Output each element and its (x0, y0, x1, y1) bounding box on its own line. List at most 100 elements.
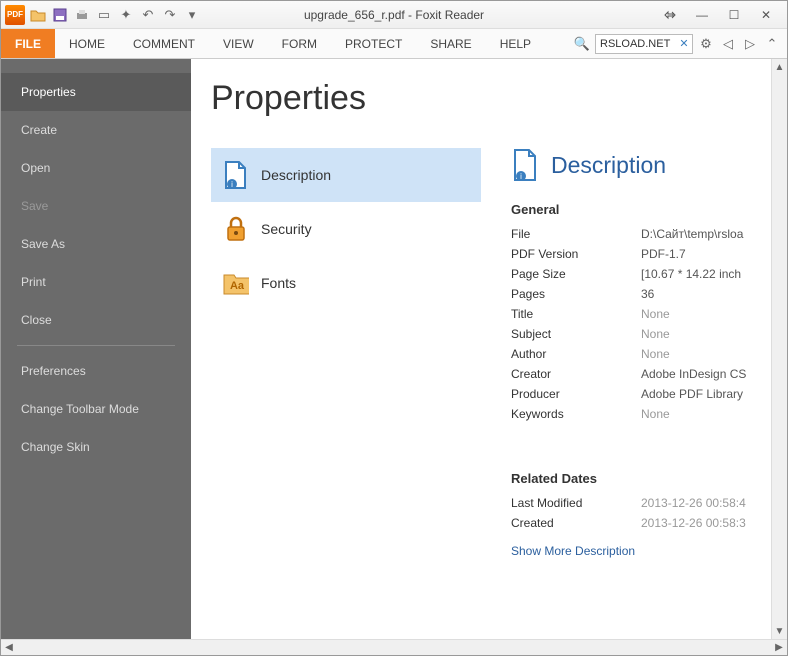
property-row: PDF VersionPDF-1.7 (511, 247, 787, 261)
tab-home[interactable]: HOME (55, 29, 119, 58)
sidebar-item-create[interactable]: Create (1, 111, 191, 149)
next-icon[interactable]: ▷ (741, 35, 759, 53)
restore-icon[interactable] (659, 6, 681, 24)
property-value: None (641, 307, 670, 321)
general-heading: General (511, 202, 787, 217)
sidebar-item-save-as[interactable]: Save As (1, 225, 191, 263)
nav-item-fonts[interactable]: Aa Fonts (211, 256, 481, 310)
content-area: PropertiesCreateOpenSaveSave AsPrintClos… (1, 59, 787, 639)
sidebar-item-print[interactable]: Print (1, 263, 191, 301)
nav-item-description[interactable]: i Description (211, 148, 481, 202)
collapse-ribbon-icon[interactable]: ⌃ (763, 35, 781, 53)
sidebar-item-open[interactable]: Open (1, 149, 191, 187)
search-input[interactable] (596, 38, 676, 50)
property-key: Title (511, 307, 641, 321)
property-row: Pages36 (511, 287, 787, 301)
ribbon: FILEHOMECOMMENTVIEWFORMPROTECTSHAREHELP … (1, 29, 787, 59)
new-icon[interactable]: ▭ (95, 6, 113, 24)
property-value: 36 (641, 287, 654, 301)
description-details: i Description General FileD:\Сайт\temp\r… (511, 148, 787, 558)
property-key: Author (511, 347, 641, 361)
quick-access-toolbar: PDF ▭ ✦ ↶ ↷ ▾ (1, 5, 201, 25)
gear-icon[interactable]: ⚙ (697, 35, 715, 53)
property-key: Creator (511, 367, 641, 381)
sidebar-item-preferences[interactable]: Preferences (1, 352, 191, 390)
tab-protect[interactable]: PROTECT (331, 29, 416, 58)
properties-nav: i Description Security Aa Fonts (211, 148, 481, 558)
fonts-icon: Aa (223, 270, 249, 296)
property-key: Page Size (511, 267, 641, 281)
sidebar-item-save: Save (1, 187, 191, 225)
property-key: Created (511, 516, 641, 530)
star-icon[interactable]: ✦ (117, 6, 135, 24)
qat-dropdown-icon[interactable]: ▾ (183, 6, 201, 24)
titlebar: PDF ▭ ✦ ↶ ↷ ▾ upgrade_656_r.pdf - Foxit … (1, 1, 787, 29)
sidebar-item-change-toolbar-mode[interactable]: Change Toolbar Mode (1, 390, 191, 428)
related-dates-heading: Related Dates (511, 471, 787, 486)
nav-item-label: Description (261, 167, 331, 183)
nav-item-label: Fonts (261, 275, 296, 291)
ribbon-tools: 🔍 ✕ ⚙ ◁ ▷ ⌃ (573, 29, 787, 58)
vertical-scrollbar[interactable]: ▲ ▼ (771, 59, 787, 639)
tab-view[interactable]: VIEW (209, 29, 268, 58)
page-title: Properties (211, 79, 787, 118)
property-value: None (641, 347, 670, 361)
property-value: 2013-12-26 00:58:4 (641, 496, 746, 510)
nav-item-label: Security (261, 221, 312, 237)
minimize-button[interactable]: — (691, 6, 713, 24)
scroll-up-icon[interactable]: ▲ (772, 59, 787, 75)
tab-share[interactable]: SHARE (416, 29, 485, 58)
prev-icon[interactable]: ◁ (719, 35, 737, 53)
window-controls: — ☐ ✕ (659, 6, 787, 24)
tab-file[interactable]: FILE (1, 29, 55, 58)
property-key: Last Modified (511, 496, 641, 510)
tab-help[interactable]: HELP (486, 29, 545, 58)
scroll-right-icon[interactable]: ▶ (771, 642, 787, 653)
property-key: Pages (511, 287, 641, 301)
undo-icon[interactable]: ↶ (139, 6, 157, 24)
property-value: D:\Сайт\temp\rsloa (641, 227, 743, 241)
nav-item-security[interactable]: Security (211, 202, 481, 256)
show-more-link[interactable]: Show More Description (511, 544, 787, 558)
horizontal-scrollbar[interactable]: ◀ ▶ (1, 639, 787, 655)
property-row: Last Modified2013-12-26 00:58:4 (511, 496, 787, 510)
close-button[interactable]: ✕ (755, 6, 777, 24)
property-value: Adobe PDF Library (641, 387, 743, 401)
property-row: Page Size[10.67 * 14.22 inch (511, 267, 787, 281)
details-title: Description (551, 152, 666, 179)
maximize-button[interactable]: ☐ (723, 6, 745, 24)
property-row: FileD:\Сайт\temp\rsloa (511, 227, 787, 241)
svg-text:Aa: Aa (230, 280, 245, 292)
property-value: 2013-12-26 00:58:3 (641, 516, 746, 530)
redo-icon[interactable]: ↷ (161, 6, 179, 24)
property-key: PDF Version (511, 247, 641, 261)
search-clear-icon[interactable]: ✕ (676, 37, 692, 50)
scroll-left-icon[interactable]: ◀ (1, 642, 17, 653)
document-info-icon: i (511, 148, 541, 182)
search-box[interactable]: ✕ (595, 34, 693, 54)
property-key: Keywords (511, 407, 641, 421)
property-row: AuthorNone (511, 347, 787, 361)
svg-text:i: i (231, 180, 233, 189)
property-value: Adobe InDesign CS (641, 367, 746, 381)
open-icon[interactable] (29, 6, 47, 24)
property-row: TitleNone (511, 307, 787, 321)
scroll-track[interactable] (17, 640, 771, 655)
property-row: CreatorAdobe InDesign CS (511, 367, 787, 381)
property-key: Subject (511, 327, 641, 341)
property-key: Producer (511, 387, 641, 401)
find-icon[interactable]: 🔍 (573, 35, 591, 53)
tab-comment[interactable]: COMMENT (119, 29, 209, 58)
svg-text:i: i (520, 172, 522, 181)
security-icon (223, 216, 249, 242)
description-icon: i (223, 162, 249, 188)
sidebar-item-change-skin[interactable]: Change Skin (1, 428, 191, 466)
scroll-down-icon[interactable]: ▼ (772, 623, 787, 639)
print-icon[interactable] (73, 6, 91, 24)
save-icon[interactable] (51, 6, 69, 24)
sidebar-item-properties[interactable]: Properties (1, 73, 191, 111)
property-value: None (641, 327, 670, 341)
property-value: [10.67 * 14.22 inch (641, 267, 741, 281)
sidebar-item-close[interactable]: Close (1, 301, 191, 339)
tab-form[interactable]: FORM (268, 29, 331, 58)
